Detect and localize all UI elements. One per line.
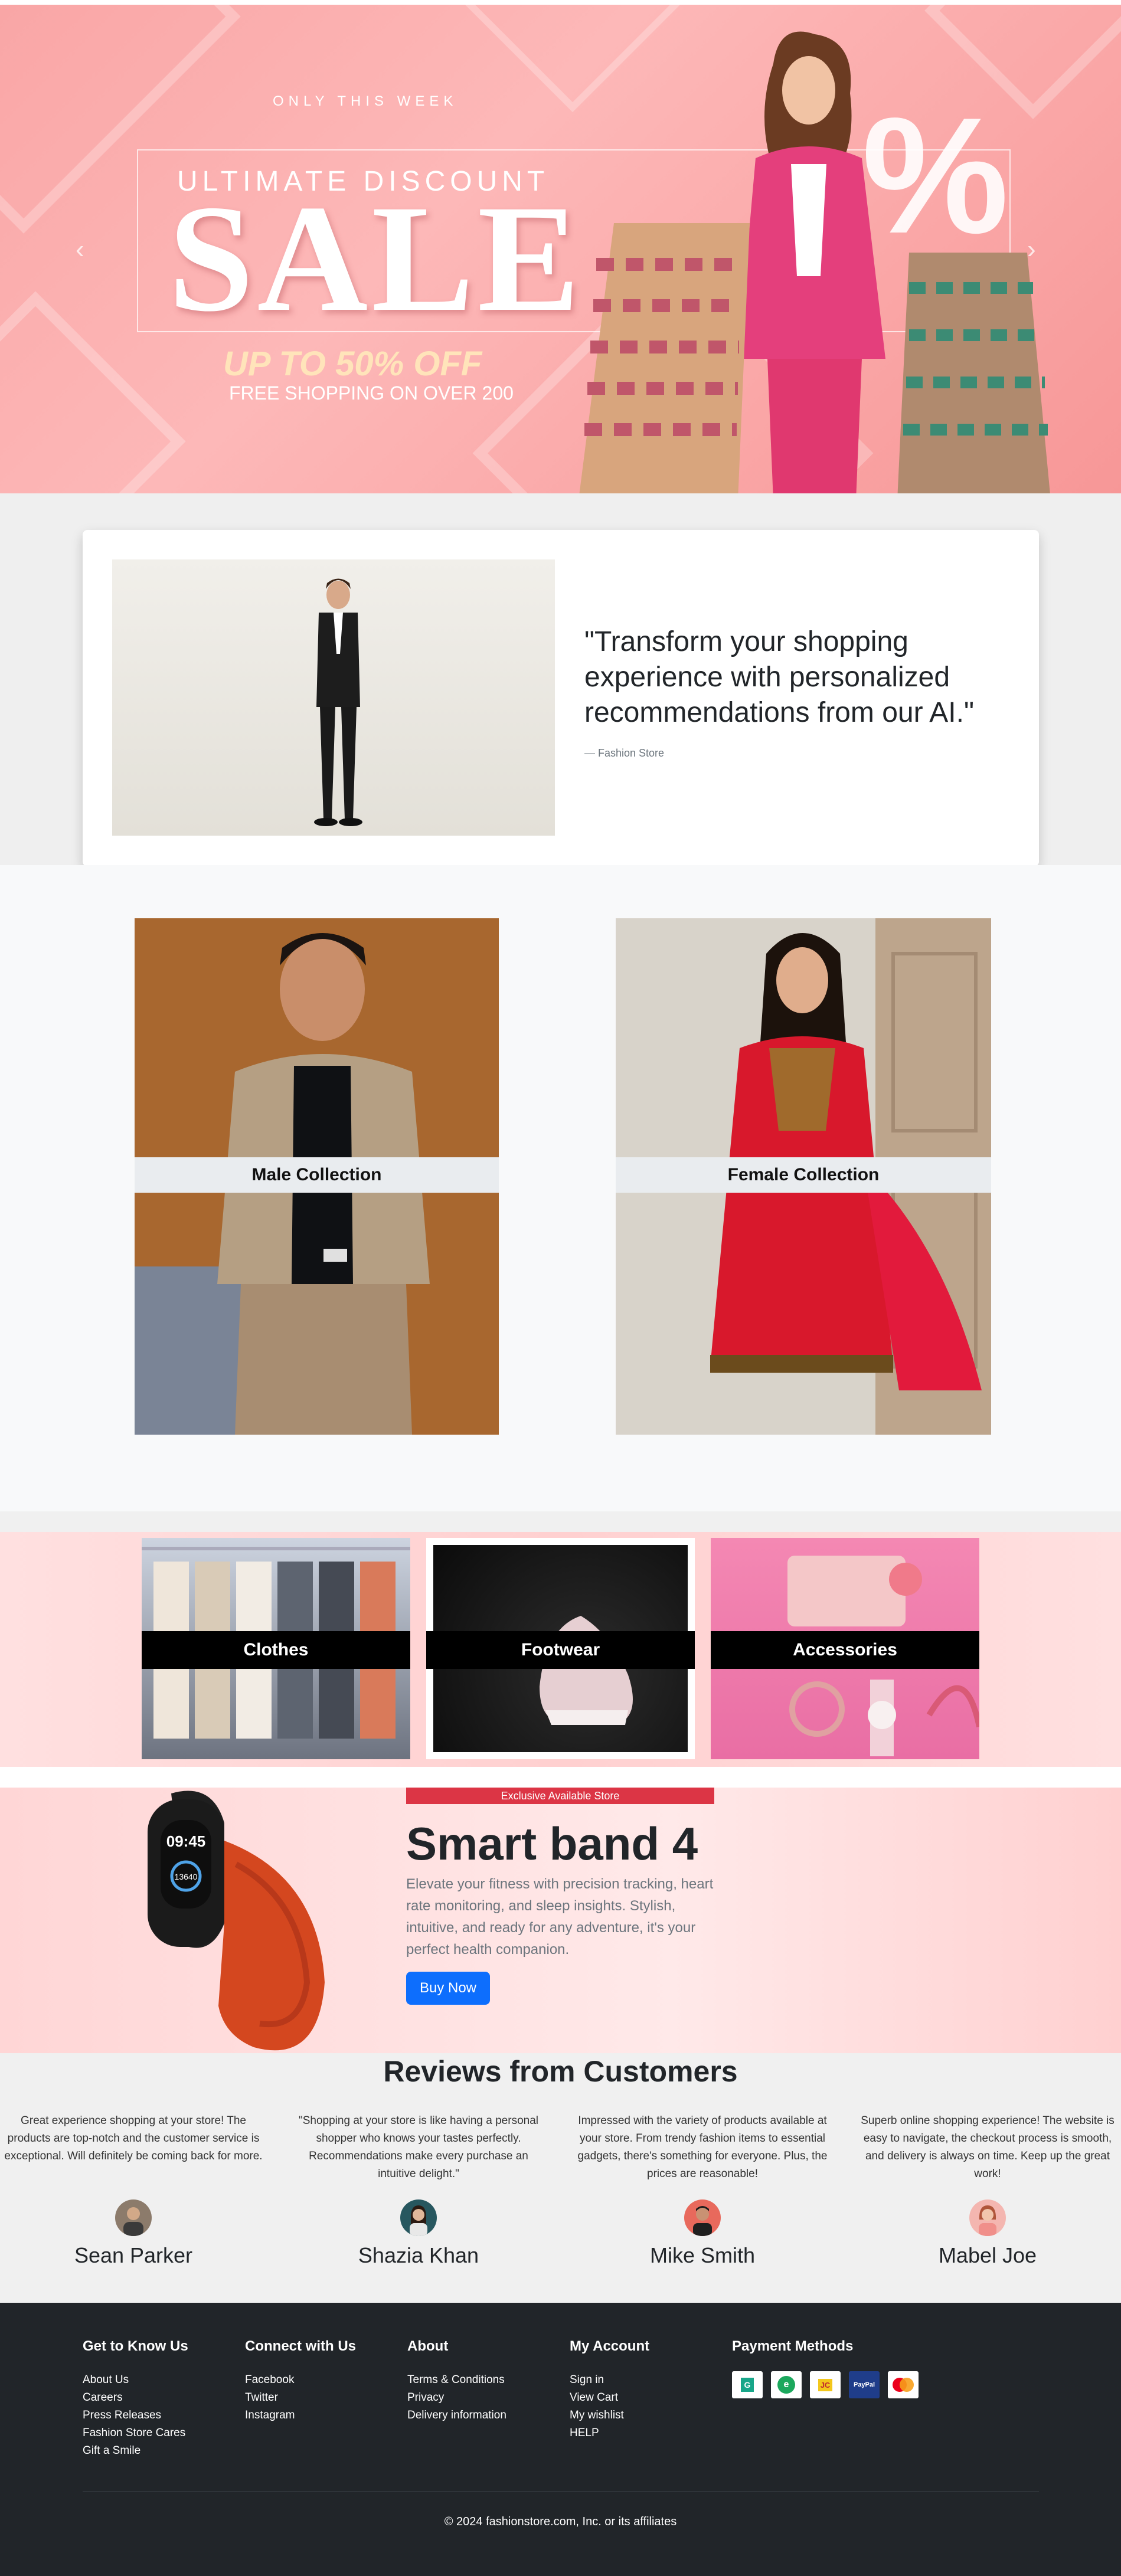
- quote-card: "Transform your shopping experience with…: [83, 530, 1039, 866]
- footer-column-connect: Connect with Us Facebook Twitter Instagr…: [245, 2338, 356, 2424]
- category-footwear-card[interactable]: Footwear: [426, 1538, 695, 1759]
- reviews-section: Reviews from Customers Great experience …: [0, 2053, 1121, 2303]
- google-pay-icon[interactable]: G: [732, 2371, 763, 2398]
- footer-link-help[interactable]: HELP: [570, 2424, 649, 2442]
- reviewer-name: Mike Smith: [649, 2243, 756, 2267]
- reviews-title: Reviews from Customers: [383, 2055, 738, 2088]
- footer-column-title: Connect with Us: [245, 2338, 357, 2354]
- hero-headline: SALE: [168, 174, 584, 343]
- footer-link-wishlist[interactable]: My wishlist: [570, 2407, 649, 2424]
- footer-link-sign-in[interactable]: Sign in: [570, 2371, 649, 2389]
- mastercard-icon[interactable]: [888, 2371, 919, 2398]
- category-accessories-card[interactable]: Accessories: [711, 1538, 979, 1759]
- footer-link-store-cares[interactable]: Fashion Store Cares: [83, 2424, 188, 2442]
- watch-time: 09:45: [166, 1832, 206, 1850]
- collections-section: Male Collection Female Collection: [0, 865, 1121, 1511]
- footer-column-title: About: [407, 2338, 449, 2354]
- footer-column-know-us: Get to Know Us About Us Careers Press Re…: [83, 2338, 188, 2460]
- female-collection-card[interactable]: Female Collection: [616, 918, 991, 1435]
- hero-model-image: [579, 31, 1050, 493]
- footer-link-gift-a-smile[interactable]: Gift a Smile: [83, 2442, 188, 2460]
- female-collection-label: Female Collection: [616, 1157, 991, 1193]
- male-collection-label: Male Collection: [135, 1157, 499, 1193]
- hero-banner: ONLY THIS WEEK ULTIMATE DISCOUNT SALE UP…: [0, 5, 1121, 493]
- site-footer: Get to Know Us About Us Careers Press Re…: [0, 2303, 1121, 2576]
- exclusive-badge: Exclusive Available Store: [406, 1788, 714, 1804]
- footer-column-title: Payment Methods: [732, 2338, 854, 2354]
- section-spacer: [0, 1767, 1121, 1788]
- avatar: [969, 2199, 1006, 2236]
- footer-column-account: My Account Sign in View Cart My wishlist…: [570, 2338, 649, 2442]
- review-text: Superb online shopping experience! The w…: [861, 2115, 1115, 2180]
- jazzcash-icon[interactable]: JC: [810, 2371, 841, 2398]
- footer-link-delivery[interactable]: Delivery information: [407, 2407, 506, 2424]
- review-card: Great experience shopping at your store!…: [4, 2112, 263, 2268]
- review-text: Impressed with the variety of products a…: [577, 2115, 828, 2180]
- avatar: [115, 2199, 152, 2236]
- footer-link-facebook[interactable]: Facebook: [245, 2371, 356, 2389]
- categories-section: Clothes Footwear Accessories: [0, 1532, 1121, 1767]
- smart-band-image: 09:45 13640: [148, 1791, 325, 2051]
- footer-link-terms[interactable]: Terms & Conditions: [407, 2371, 506, 2389]
- category-accessories-label: Accessories: [711, 1631, 979, 1669]
- footer-link-instagram[interactable]: Instagram: [245, 2407, 356, 2424]
- review-text: Great experience shopping at your store!…: [4, 2115, 263, 2162]
- footer-column-title: My Account: [570, 2338, 650, 2354]
- hero-offer: UP TO 50% OFF: [223, 345, 482, 383]
- footer-column-payments: Payment Methods G e JC PayPal: [732, 2338, 919, 2398]
- man-in-suit-image: [314, 578, 362, 826]
- male-collection-card[interactable]: Male Collection: [135, 918, 499, 1435]
- reviewer-name: Sean Parker: [74, 2243, 193, 2267]
- quote-text: "Transform your shopping experience with…: [584, 626, 974, 728]
- footer-link-privacy[interactable]: Privacy: [407, 2389, 506, 2407]
- hero-shipping: FREE SHOPPING ON OVER 200: [229, 382, 514, 404]
- footer-link-view-cart[interactable]: View Cart: [570, 2389, 649, 2407]
- buy-now-button[interactable]: Buy Now: [406, 1972, 490, 2005]
- review-card: Superb online shopping experience! The w…: [858, 2112, 1117, 2268]
- footer-link-careers[interactable]: Careers: [83, 2389, 188, 2407]
- section-spacer: [0, 1511, 1121, 1532]
- ai-quote-section: "Transform your shopping experience with…: [0, 493, 1121, 866]
- footer-column-title: Get to Know Us: [83, 2338, 188, 2354]
- footer-link-about-us[interactable]: About Us: [83, 2371, 188, 2389]
- avatar: [400, 2199, 437, 2236]
- quote-image: [112, 559, 555, 836]
- review-text: "Shopping at your store is like having a…: [299, 2115, 538, 2180]
- category-footwear-label: Footwear: [426, 1631, 695, 1669]
- category-clothes-label: Clothes: [142, 1631, 410, 1669]
- avatar: [684, 2199, 721, 2236]
- copyright: © 2024 fashionstore.com, Inc. or its aff…: [444, 2515, 677, 2528]
- category-clothes-card[interactable]: Clothes: [142, 1538, 410, 1759]
- promo-description: Elevate your fitness with precision trac…: [406, 1876, 714, 1958]
- paypal-icon[interactable]: PayPal: [849, 2371, 880, 2398]
- smart-band-promo: 09:45 13640 Exclusive Available Store Sm…: [0, 1788, 1121, 2053]
- reviewer-name: Shazia Khan: [358, 2243, 479, 2267]
- quote-source: — Fashion Store: [584, 747, 665, 759]
- footer-link-press-releases[interactable]: Press Releases: [83, 2407, 188, 2424]
- reviewer-name: Mabel Joe: [938, 2243, 1037, 2267]
- footer-column-about: About Terms & Conditions Privacy Deliver…: [407, 2338, 506, 2424]
- payment-icons: G e JC PayPal: [732, 2371, 919, 2398]
- footer-link-twitter[interactable]: Twitter: [245, 2389, 356, 2407]
- promo-title: Smart band 4: [406, 1818, 698, 1870]
- easypaisa-icon[interactable]: e: [771, 2371, 802, 2398]
- carousel-prev-button[interactable]: ‹: [76, 235, 84, 264]
- hero-eyebrow: ONLY THIS WEEK: [273, 93, 458, 109]
- watch-steps: 13640: [175, 1872, 198, 1881]
- review-card: Impressed with the variety of products a…: [573, 2112, 832, 2268]
- carousel-next-button[interactable]: ›: [1027, 235, 1036, 264]
- review-card: "Shopping at your store is like having a…: [289, 2112, 548, 2268]
